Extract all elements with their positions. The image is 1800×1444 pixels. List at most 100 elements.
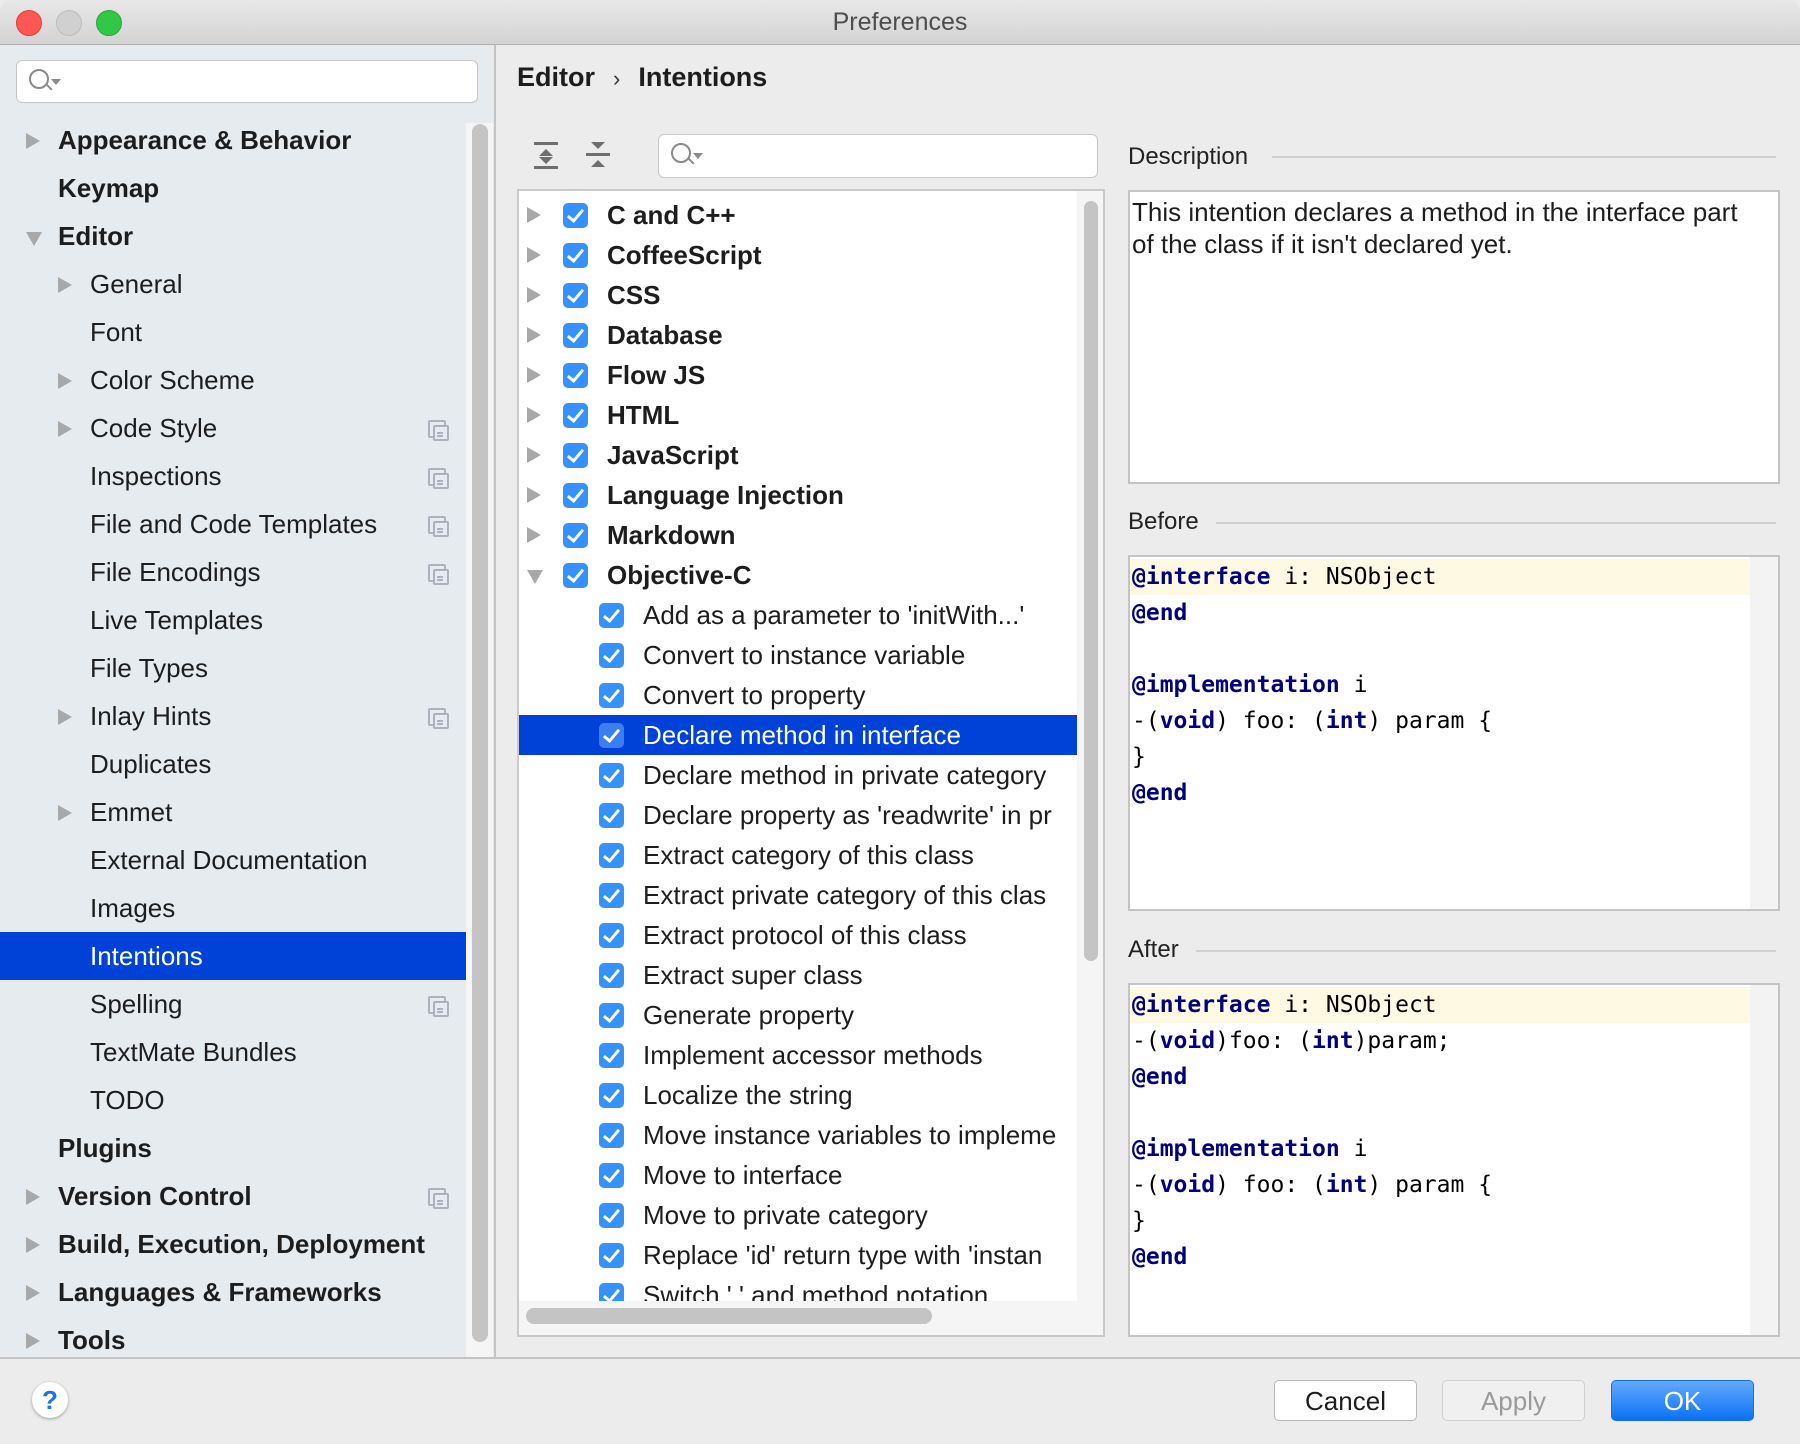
sidebar-item-general[interactable]: General [0,260,466,308]
sidebar-item-tools[interactable]: Tools [0,1316,466,1357]
sidebar-item-keymap[interactable]: Keymap [0,164,466,212]
chevron-right-icon[interactable] [527,407,541,423]
checkbox[interactable] [599,843,624,868]
apply-button[interactable]: Apply [1442,1380,1585,1421]
checkbox[interactable] [599,603,624,628]
checkbox[interactable] [563,523,588,548]
checkbox[interactable] [563,403,588,428]
breadcrumb-parent[interactable]: Editor [517,62,595,92]
tree-group-markdown[interactable]: Markdown [519,515,1077,555]
search-options-caret-icon[interactable] [51,79,61,85]
checkbox[interactable] [599,1083,624,1108]
sidebar-item-images[interactable]: Images [0,884,466,932]
sidebar-item-spelling[interactable]: Spelling [0,980,466,1028]
sidebar-scrollbar-thumb[interactable] [472,124,488,1342]
sidebar-item-build-execution-deployment[interactable]: Build, Execution, Deployment [0,1220,466,1268]
checkbox[interactable] [599,723,624,748]
tree-group-css[interactable]: CSS [519,275,1077,315]
tree-item[interactable]: Localize the string [519,1075,1077,1115]
checkbox[interactable] [599,1163,624,1188]
checkbox[interactable] [599,923,624,948]
tree-item[interactable]: Generate property [519,995,1077,1035]
settings-search-field[interactable] [16,60,478,103]
chevron-down-icon[interactable] [26,232,42,246]
tree-item[interactable]: Convert to instance variable [519,635,1077,675]
sidebar-item-file-encodings[interactable]: File Encodings [0,548,466,596]
sidebar-item-code-style[interactable]: Code Style [0,404,466,452]
chevron-right-icon[interactable] [58,709,72,725]
chevron-right-icon[interactable] [58,373,72,389]
tree-group-html[interactable]: HTML [519,395,1077,435]
checkbox[interactable] [563,363,588,388]
checkbox[interactable] [599,1003,624,1028]
chevron-right-icon[interactable] [527,487,541,503]
tree-group-flow-js[interactable]: Flow JS [519,355,1077,395]
tree-item[interactable]: Extract protocol of this class [519,915,1077,955]
sidebar-item-editor[interactable]: Editor [0,212,466,260]
tree-group-javascript[interactable]: JavaScript [519,435,1077,475]
chevron-right-icon[interactable] [58,277,72,293]
tree-item[interactable]: Move to interface [519,1155,1077,1195]
chevron-right-icon[interactable] [26,1189,40,1205]
tree-horizontal-scrollbar-thumb[interactable] [526,1308,932,1324]
chevron-right-icon[interactable] [58,421,72,437]
sidebar-item-intentions[interactable]: Intentions [0,932,466,980]
checkbox[interactable] [599,1043,624,1068]
tree-group-language-injection[interactable]: Language Injection [519,475,1077,515]
checkbox[interactable] [599,683,624,708]
tree-item[interactable]: Move to private category [519,1195,1077,1235]
tree-vertical-scrollbar-thumb[interactable] [1084,201,1098,961]
chevron-right-icon[interactable] [58,805,72,821]
tree-item[interactable]: Declare property as 'readwrite' in pr [519,795,1077,835]
sidebar-item-color-scheme[interactable]: Color Scheme [0,356,466,404]
tree-item[interactable]: Declare method in private category [519,755,1077,795]
checkbox[interactable] [563,203,588,228]
sidebar-item-todo[interactable]: TODO [0,1076,466,1124]
sidebar-item-file-types[interactable]: File Types [0,644,466,692]
checkbox[interactable] [563,483,588,508]
sidebar-item-file-and-code-templates[interactable]: File and Code Templates [0,500,466,548]
sidebar-item-font[interactable]: Font [0,308,466,356]
checkbox[interactable] [563,563,588,588]
chevron-right-icon[interactable] [527,247,541,263]
tree-group-objective-c[interactable]: Objective-C [519,555,1077,595]
checkbox[interactable] [599,803,624,828]
tree-group-coffeescript[interactable]: CoffeeScript [519,235,1077,275]
tree-item[interactable]: Convert to property [519,675,1077,715]
checkbox[interactable] [599,1123,624,1148]
expand-all-button[interactable] [532,140,560,170]
sidebar-item-plugins[interactable]: Plugins [0,1124,466,1172]
checkbox[interactable] [599,963,624,988]
checkbox[interactable] [563,243,588,268]
chevron-right-icon[interactable] [527,327,541,343]
help-button[interactable]: ? [32,1382,68,1418]
sidebar-item-inspections[interactable]: Inspections [0,452,466,500]
tree-item[interactable]: Replace 'id' return type with 'instan [519,1235,1077,1275]
chevron-down-icon[interactable] [527,570,543,584]
sidebar-item-external-documentation[interactable]: External Documentation [0,836,466,884]
sidebar-item-appearance-behavior[interactable]: Appearance & Behavior [0,116,466,164]
tree-item[interactable]: Implement accessor methods [519,1035,1077,1075]
sidebar-item-duplicates[interactable]: Duplicates [0,740,466,788]
ok-button[interactable]: OK [1611,1380,1754,1421]
sidebar-item-languages-frameworks[interactable]: Languages & Frameworks [0,1268,466,1316]
tree-group-database[interactable]: Database [519,315,1077,355]
checkbox[interactable] [563,283,588,308]
chevron-right-icon[interactable] [26,1333,40,1349]
intentions-search-field[interactable] [658,134,1098,178]
chevron-right-icon[interactable] [527,447,541,463]
tree-item[interactable]: Move instance variables to impleme [519,1115,1077,1155]
sidebar-item-emmet[interactable]: Emmet [0,788,466,836]
collapse-all-button[interactable] [584,140,612,170]
checkbox[interactable] [599,643,624,668]
tree-item[interactable]: Extract private category of this clas [519,875,1077,915]
tree-item[interactable]: Extract super class [519,955,1077,995]
chevron-right-icon[interactable] [26,1237,40,1253]
tree-group-c-and-c[interactable]: C and C++ [519,195,1077,235]
sidebar-item-live-templates[interactable]: Live Templates [0,596,466,644]
checkbox[interactable] [599,883,624,908]
sidebar-item-version-control[interactable]: Version Control [0,1172,466,1220]
checkbox[interactable] [599,763,624,788]
checkbox[interactable] [599,1203,624,1228]
checkbox[interactable] [599,1243,624,1268]
